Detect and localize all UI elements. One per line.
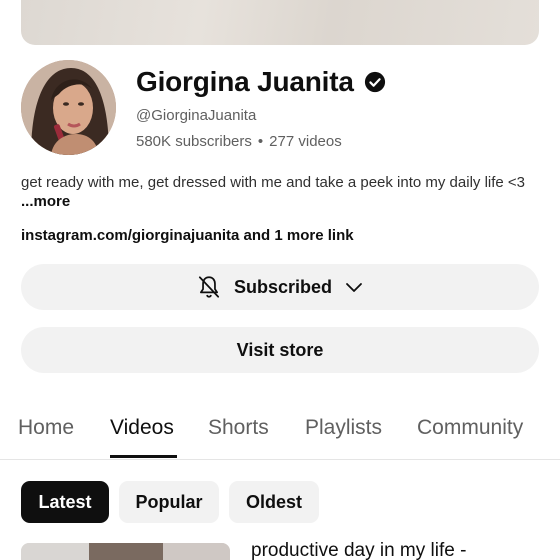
tab-videos[interactable]: Videos — [110, 416, 174, 440]
channel-description[interactable]: get ready with me, get dressed with me a… — [21, 173, 541, 211]
tab-community[interactable]: Community — [417, 416, 523, 440]
visit-store-button[interactable]: Visit store — [21, 327, 539, 373]
description-text: get ready with me, get dressed with me a… — [21, 174, 526, 191]
chip-popular[interactable]: Popular — [119, 481, 219, 523]
chip-latest[interactable]: Latest — [21, 481, 109, 523]
thumbnail-frame — [89, 543, 163, 560]
channel-banner[interactable] — [21, 0, 539, 45]
verified-badge-icon — [364, 71, 385, 93]
subscribed-button[interactable]: Subscribed — [21, 264, 539, 310]
subscribed-label: Subscribed — [233, 276, 333, 297]
thumbnail-frame — [21, 543, 89, 560]
stats-separator: • — [257, 133, 264, 150]
channel-links[interactable]: instagram.com/giorginajuanita and 1 more… — [21, 227, 354, 244]
channel-stats: 580K subscribers • 277 videos — [136, 133, 342, 150]
more-link[interactable]: ...more — [21, 193, 70, 210]
tab-home[interactable]: Home — [18, 416, 74, 440]
channel-tabs: Home Videos Shorts Playlists Community — [0, 410, 560, 460]
chevron-down-icon — [346, 283, 362, 292]
active-tab-indicator — [110, 455, 177, 458]
chip-oldest[interactable]: Oldest — [229, 481, 319, 523]
channel-handle: @GiorginaJuanita — [136, 107, 257, 124]
video-thumbnail[interactable] — [21, 543, 230, 560]
avatar-photo — [21, 60, 116, 155]
channel-name: Giorgina Juanita — [136, 66, 354, 97]
video-count: 277 videos — [269, 133, 342, 150]
tab-shorts[interactable]: Shorts — [208, 416, 269, 440]
tab-playlists[interactable]: Playlists — [305, 416, 382, 440]
channel-title: Giorgina Juanita — [136, 64, 386, 100]
video-title[interactable]: productive day in my life - — [251, 540, 466, 560]
subscriber-count: 580K subscribers — [136, 133, 252, 150]
visit-store-label: Visit store — [236, 339, 324, 360]
thumbnail-frame — [163, 543, 230, 560]
notifications-off-bell-icon — [198, 276, 220, 298]
channel-avatar[interactable] — [21, 60, 116, 155]
